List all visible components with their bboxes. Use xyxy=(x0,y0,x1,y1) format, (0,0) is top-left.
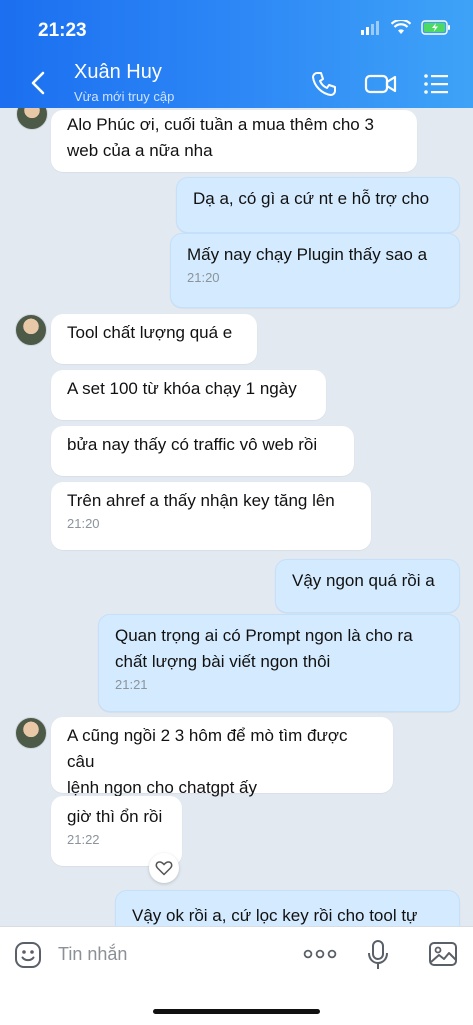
composer-bar: Tin nhắn xyxy=(0,926,473,1025)
contact-avatar[interactable] xyxy=(15,314,47,346)
message-input[interactable]: Tin nhắn xyxy=(58,944,127,965)
message-text: Tool chất lượng quá e xyxy=(67,323,233,342)
message-text: A set 100 từ khóa chạy 1 ngày xyxy=(67,379,297,398)
message-text: Vậy ngon quá rồi a xyxy=(292,571,435,590)
message-text: web của a nữa nha xyxy=(67,141,213,160)
message-bubble-incoming[interactable]: Tool chất lượng quá e xyxy=(51,314,257,364)
contact-status: Vừa mới truy cập xyxy=(74,89,175,104)
message-bubble-outgoing[interactable]: Quan trọng ai có Prompt ngon là cho ra c… xyxy=(98,614,460,712)
message-text: A cũng ngồi 2 3 hôm để mò tìm được câu xyxy=(67,726,348,771)
video-call-icon[interactable] xyxy=(364,70,398,98)
react-heart-button[interactable] xyxy=(149,853,179,883)
status-time: 21:23 xyxy=(38,20,87,41)
message-text: bửa nay thấy có traffic vô web rồi xyxy=(67,435,318,454)
message-text: Quan trọng ai có Prompt ngon là cho ra xyxy=(115,626,413,645)
battery-charging-icon xyxy=(421,20,450,35)
message-bubble-incoming[interactable]: bửa nay thấy có traffic vô web rồi xyxy=(51,426,354,476)
message-text: Trên ahref a thấy nhận key tăng lên xyxy=(67,491,335,510)
message-bubble-incoming[interactable]: A cũng ngồi 2 3 hôm để mò tìm được câu l… xyxy=(51,717,393,797)
message-text: Mấy nay chạy Plugin thấy sao a xyxy=(187,245,428,264)
message-list[interactable]: Alo Phúc ơi, cuối tuần a mua thêm cho 3 … xyxy=(0,108,473,926)
more-icon[interactable] xyxy=(303,947,337,961)
message-time: 21:22 xyxy=(67,832,100,847)
contact-avatar[interactable] xyxy=(16,108,48,130)
message-bubble-outgoing[interactable]: Vậy ngon quá rồi a xyxy=(275,559,460,613)
message-bubble-incoming[interactable]: Trên ahref a thấy nhận key tăng lên 21:2… xyxy=(51,482,371,550)
message-bubble-incoming[interactable]: Alo Phúc ơi, cuối tuần a mua thêm cho 3 … xyxy=(51,110,417,172)
message-bubble-outgoing[interactable]: Vậy ok rồi a, cứ lọc key rồi cho tool tự xyxy=(115,890,460,926)
signal-icon xyxy=(361,20,379,35)
message-bubble-outgoing[interactable]: Dạ a, có gì a cứ nt e hỗ trợ cho xyxy=(176,177,460,233)
sticker-icon[interactable] xyxy=(14,941,42,969)
message-text: Vậy ok rồi a, cứ lọc key rồi cho tool tự xyxy=(132,906,418,925)
message-text: giờ thì ổn rồi xyxy=(67,807,163,826)
contact-avatar[interactable] xyxy=(15,717,47,749)
chat-header: 21:23 Xuân Huy Vừa mới truy cập xyxy=(0,0,473,108)
home-indicator xyxy=(153,1009,320,1014)
phone-icon[interactable] xyxy=(310,70,338,98)
message-time: 21:20 xyxy=(67,516,100,531)
message-time: 21:20 xyxy=(187,270,220,285)
image-icon[interactable] xyxy=(428,940,458,968)
contact-name[interactable]: Xuân Huy xyxy=(74,61,162,84)
message-text: Alo Phúc ơi, cuối tuần a mua thêm cho 3 xyxy=(67,115,374,134)
message-text: Dạ a, có gì a cứ nt e hỗ trợ cho xyxy=(193,189,430,208)
message-bubble-outgoing[interactable]: Mấy nay chạy Plugin thấy sao a 21:20 xyxy=(170,233,460,308)
microphone-icon[interactable] xyxy=(367,939,389,971)
status-icons xyxy=(361,20,451,35)
message-bubble-incoming[interactable]: A set 100 từ khóa chạy 1 ngày xyxy=(51,370,326,420)
back-arrow-icon[interactable] xyxy=(24,68,54,98)
menu-icon[interactable] xyxy=(422,70,450,98)
heart-icon xyxy=(155,861,173,876)
wifi-icon xyxy=(391,20,411,34)
message-text: chất lượng bài viết ngon thôi xyxy=(115,652,331,671)
message-time: 21:21 xyxy=(115,677,148,692)
